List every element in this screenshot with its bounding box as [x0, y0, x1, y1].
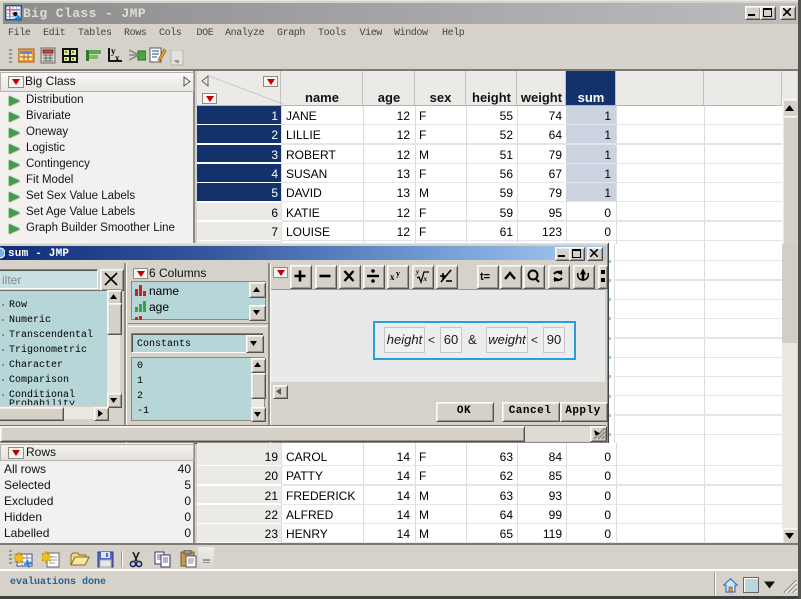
svg-text:x: x: [423, 275, 428, 283]
svg-text:x: x: [390, 272, 395, 282]
svg-text:y: y: [415, 268, 420, 276]
svg-text:y: y: [396, 269, 400, 278]
svg-text:x: x: [115, 53, 120, 63]
svg-text:t=: t=: [480, 271, 490, 283]
